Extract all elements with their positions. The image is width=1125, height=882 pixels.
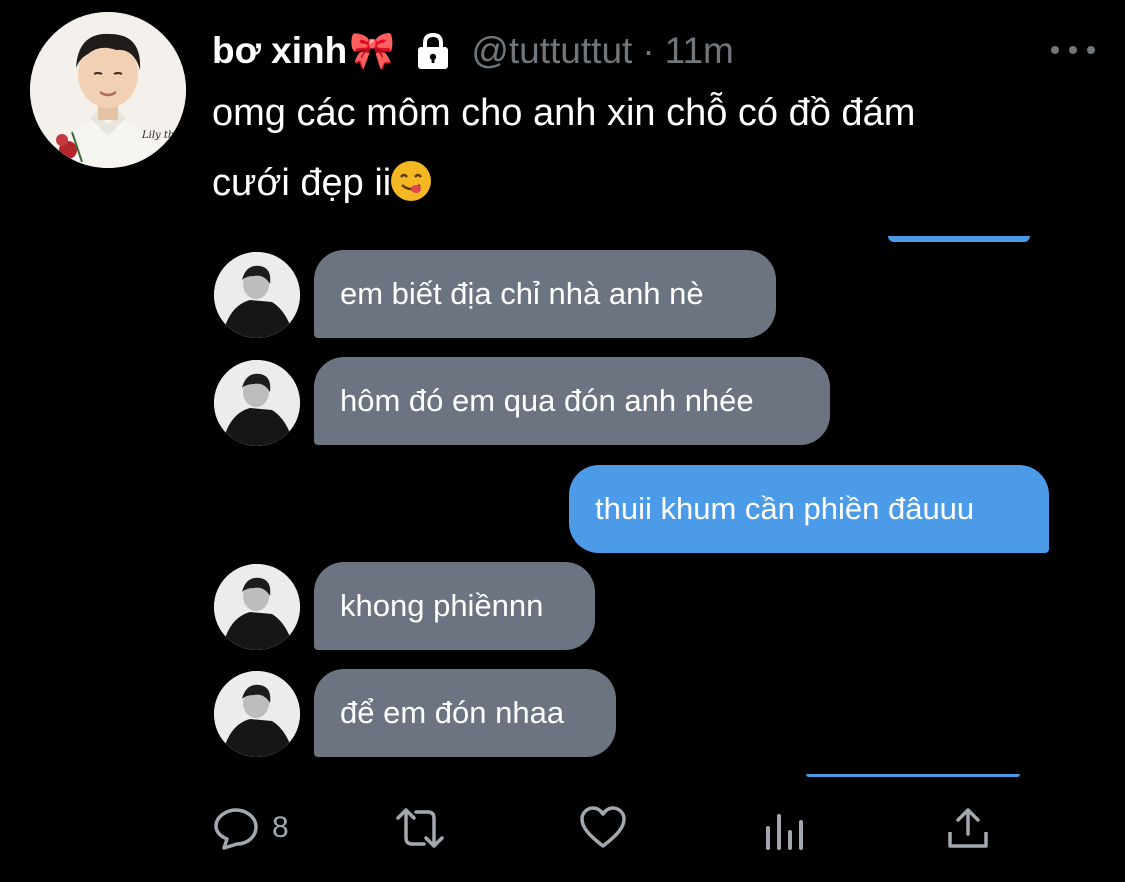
chat-avatar (214, 564, 300, 650)
more-icon[interactable] (1051, 32, 1095, 68)
chat-message-outgoing: thuii khum cần phiền đâuuu (569, 465, 1049, 553)
display-name[interactable]: bơ xinh (212, 30, 347, 72)
chat-message-incoming: để em đón nhaa (314, 669, 616, 757)
timestamp[interactable]: 11m (665, 30, 734, 72)
profile-avatar[interactable]: Lily the (30, 12, 186, 168)
chat-message-incoming: em biết địa chỉ nhà anh nè (314, 250, 776, 338)
chat-avatar (214, 671, 300, 757)
avatar-photo (30, 12, 186, 168)
analytics-icon (762, 804, 810, 852)
chat-message-incoming: khong phiềnnn (314, 562, 595, 650)
tweet-text: omg các môm cho anh xin chỗ có đồ đám cư… (212, 78, 1092, 218)
analytics-button[interactable] (762, 800, 810, 856)
tweet-text-line-1: omg các môm cho anh xin chỗ có đồ đám (212, 92, 916, 134)
retweet-icon (392, 804, 448, 852)
like-icon (578, 804, 628, 852)
lock-icon (413, 31, 453, 71)
tweet-header: bơ xinh 🎀 @tuttuttut · 11m (212, 28, 1095, 74)
chat-avatar (214, 252, 300, 338)
chat-message-incoming: hôm đó em qua đón anh nhée (314, 357, 830, 445)
reply-button[interactable]: 8 (212, 800, 289, 856)
separator-dot: · (642, 30, 655, 71)
user-handle[interactable]: @tuttuttut (471, 30, 632, 72)
share-button[interactable] (944, 800, 992, 856)
share-icon (944, 804, 992, 852)
chat-avatar (214, 360, 300, 446)
reply-count: 8 (272, 811, 289, 844)
tweet-text-line-2-text: cưới đẹp ii (212, 162, 392, 204)
retweet-button[interactable] (392, 800, 448, 856)
avatar-shirt-text: Lily the (142, 130, 181, 141)
like-button[interactable] (578, 800, 628, 856)
reply-icon (212, 804, 260, 852)
yum-emoji-icon (391, 161, 432, 201)
tweet-text-line-2: cưới đẹp ii (212, 148, 1092, 218)
tweet-action-bar: 8 (212, 800, 1032, 860)
ribbon-emoji: 🎀 (349, 29, 396, 71)
chat-bubble-fragment-bottom (806, 774, 1020, 777)
chat-bubble-fragment-top (888, 236, 1030, 242)
